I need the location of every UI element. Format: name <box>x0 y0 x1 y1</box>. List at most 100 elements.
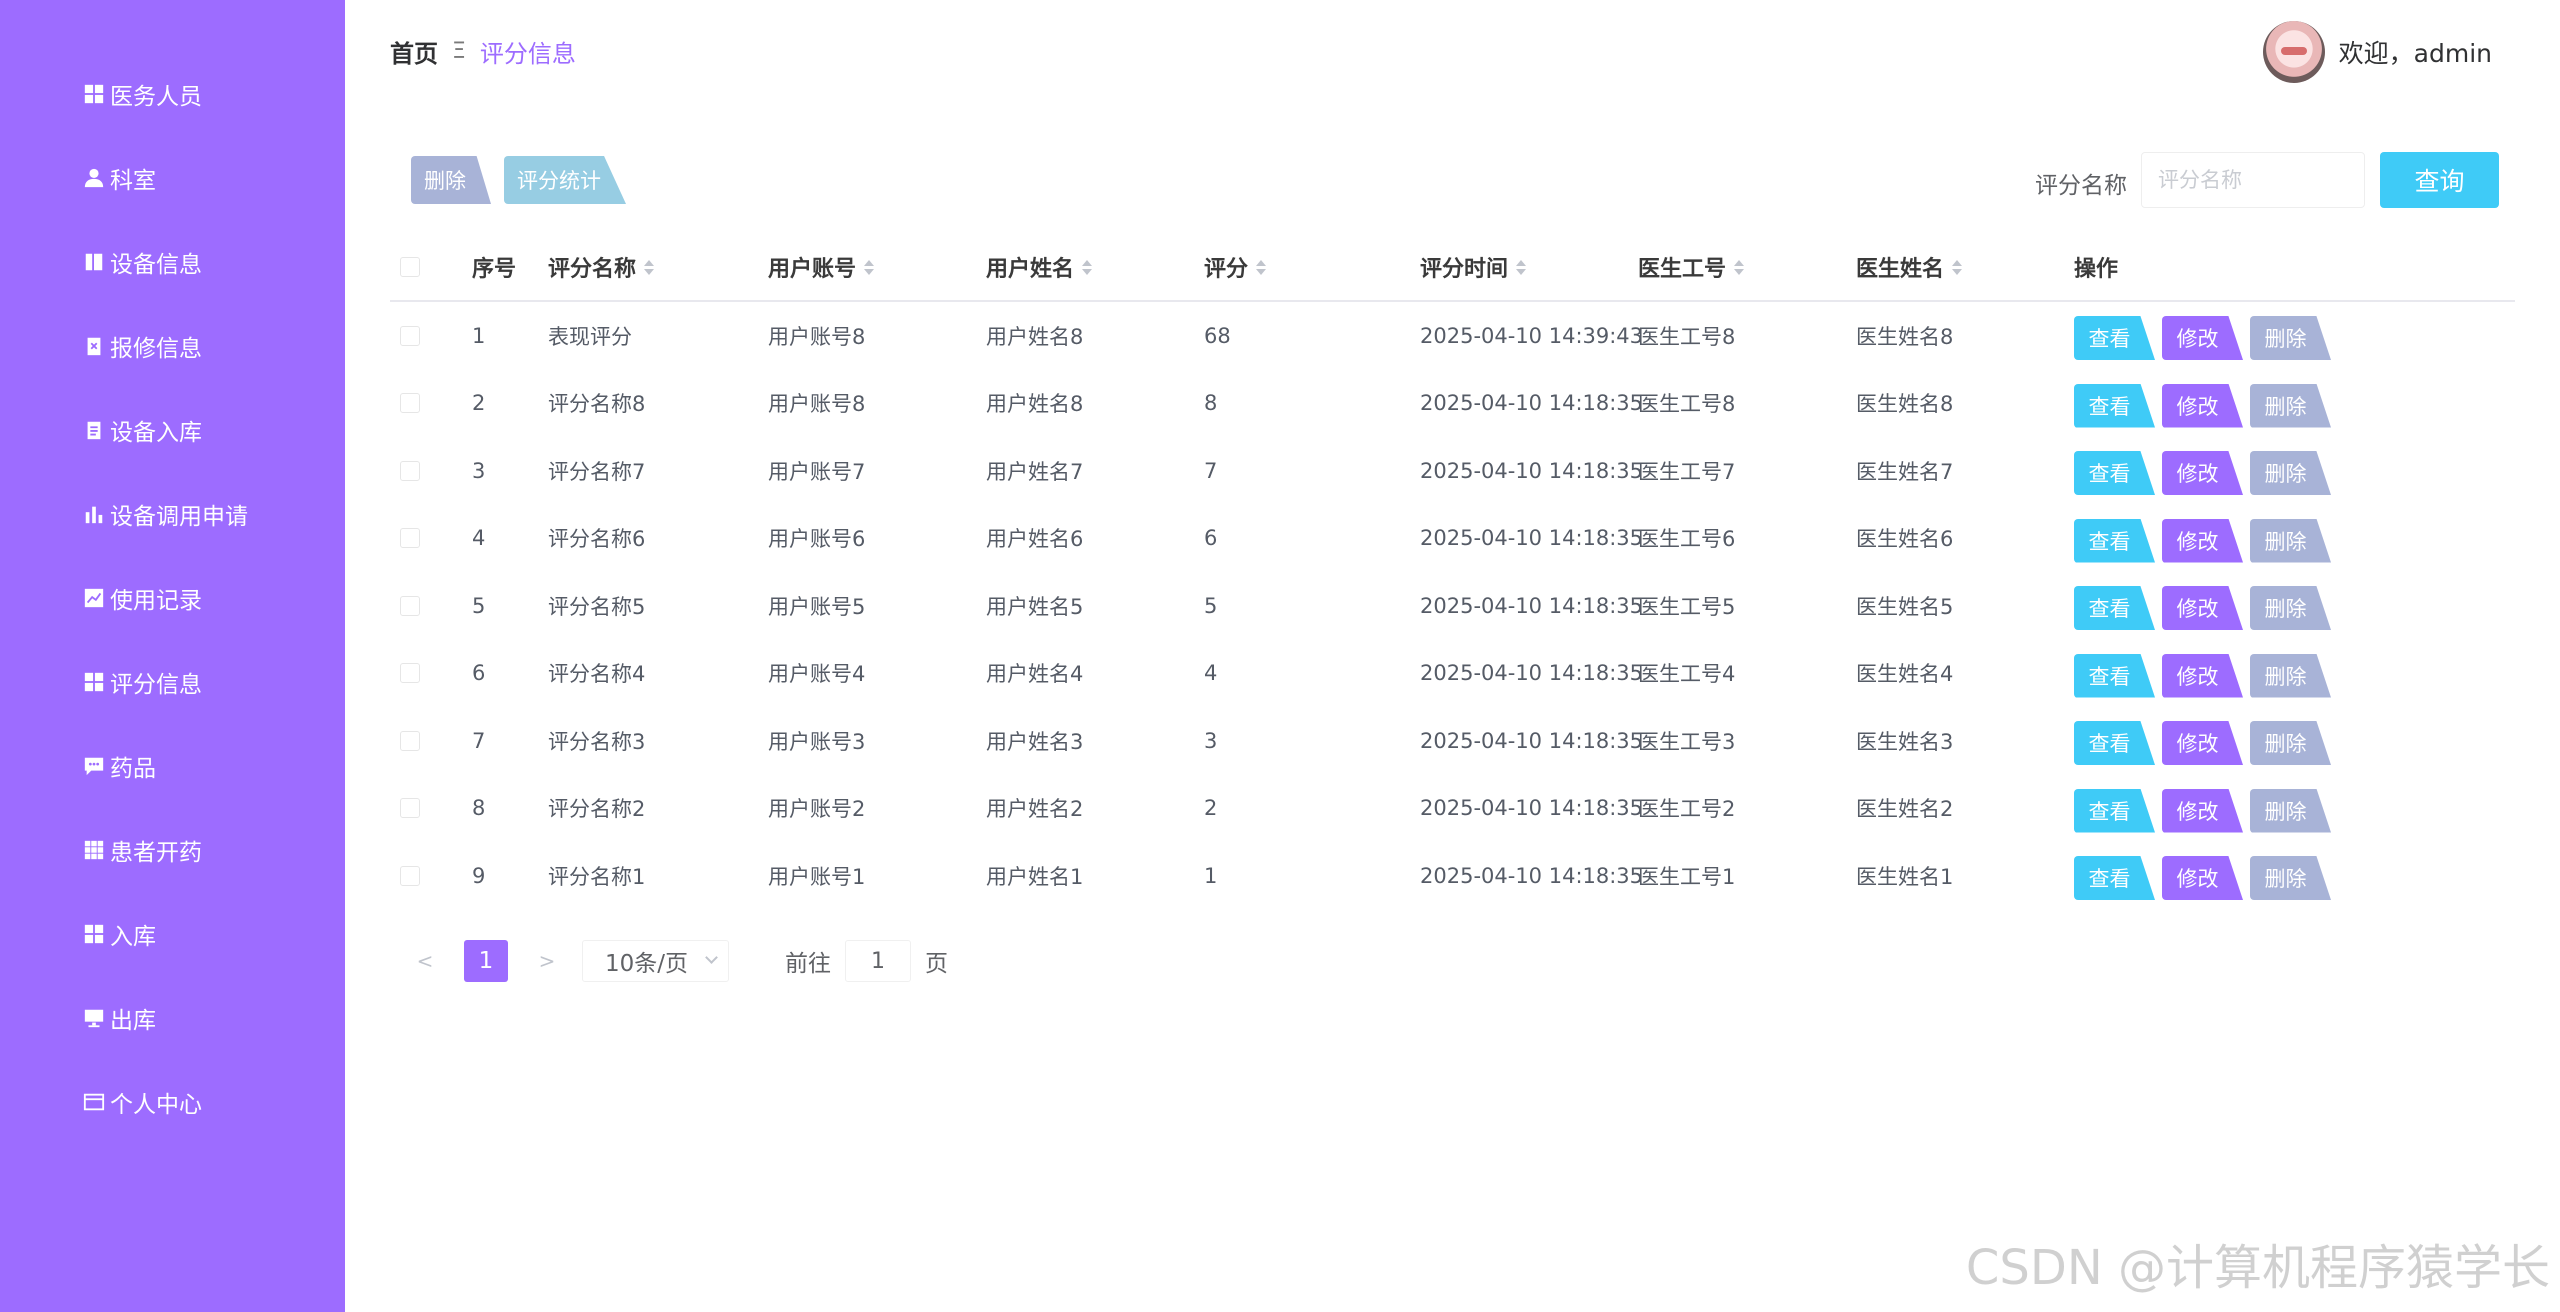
delete-button[interactable]: 删除 <box>2250 383 2331 428</box>
edit-button[interactable]: 修改 <box>2162 653 2243 698</box>
row-checkbox[interactable] <box>400 775 420 843</box>
sidebar-item[interactable]: 评分信息 <box>0 652 345 712</box>
goto-page-input[interactable] <box>845 940 911 982</box>
sidebar-item[interactable]: 出库 <box>0 988 345 1048</box>
next-page-button[interactable]: > <box>532 949 562 973</box>
sort-icon[interactable] <box>1082 259 1093 275</box>
breadcrumb-separator: Ξ <box>452 39 466 64</box>
row-checkbox[interactable] <box>400 370 420 438</box>
view-button[interactable]: 查看 <box>2074 788 2155 833</box>
score-stats-button[interactable]: 评分统计 <box>504 156 626 204</box>
edit-button[interactable]: 修改 <box>2162 721 2243 765</box>
delete-button[interactable]: 删除 <box>2250 518 2331 563</box>
cell-score-time: 2025-04-10 14:39:43 <box>1420 323 1644 348</box>
view-button[interactable]: 查看 <box>2074 518 2155 563</box>
view-button[interactable]: 查看 <box>2074 653 2155 698</box>
edit-button[interactable]: 修改 <box>2162 451 2243 495</box>
grid-icon <box>82 922 106 946</box>
sidebar-item[interactable]: 医务人员 <box>0 64 345 124</box>
breadcrumb-home[interactable]: 首页 <box>390 34 438 69</box>
edit-button[interactable]: 修改 <box>2162 383 2243 428</box>
delete-button[interactable]: 删除 <box>2250 653 2331 698</box>
cell-index: 4 <box>472 526 486 551</box>
delete-button[interactable]: 删除 <box>2250 721 2331 765</box>
col-header-score[interactable]: 评分 <box>1204 232 1267 302</box>
sort-icon[interactable] <box>1734 259 1745 275</box>
cell-user-name: 用户姓名3 <box>986 729 1084 754</box>
row-checkbox[interactable] <box>400 505 420 573</box>
cell-doctor-no: 医生工号8 <box>1638 392 1736 417</box>
select-all-checkbox[interactable] <box>400 232 420 302</box>
sidebar-item[interactable]: 个人中心 <box>0 1072 345 1132</box>
sort-icon[interactable] <box>1516 259 1527 275</box>
row-actions: 查看 修改 删除 <box>2074 302 2344 370</box>
sidebar-item[interactable]: 设备信息 <box>0 232 345 292</box>
sidebar-item[interactable]: 科室 <box>0 148 345 208</box>
line-chart-icon <box>82 586 106 610</box>
page-number-active[interactable]: 1 <box>464 940 508 982</box>
view-button[interactable]: 查看 <box>2074 856 2155 900</box>
row-checkbox[interactable] <box>400 437 420 505</box>
query-button[interactable]: 查询 <box>2380 152 2499 208</box>
cell-score: 68 <box>1204 323 1231 348</box>
col-header-username[interactable]: 用户姓名 <box>986 232 1093 302</box>
clipboard-icon <box>82 418 106 442</box>
delete-button[interactable]: 删除 <box>2250 451 2331 495</box>
cell-user-account: 用户账号3 <box>768 729 866 754</box>
table-row: 5 评分名称5 用户账号5 用户姓名5 5 2025-04-10 14:18:35 医生工号… <box>390 572 2515 640</box>
col-header-doctor-name[interactable]: 医生姓名 <box>1856 232 1963 302</box>
sidebar-item-label: 设备入库 <box>110 420 202 446</box>
cell-doctor-no: 医生工号6 <box>1638 527 1736 552</box>
edit-button[interactable]: 修改 <box>2162 518 2243 563</box>
page-size-select[interactable]: 10条/页 <box>582 940 729 982</box>
row-checkbox[interactable] <box>400 640 420 708</box>
sidebar-item-label: 出库 <box>110 1008 156 1034</box>
delete-button[interactable]: 删除 <box>2250 586 2331 630</box>
row-actions: 查看 修改 删除 <box>2074 775 2344 843</box>
col-header-name[interactable]: 评分名称 <box>548 232 655 302</box>
sort-icon[interactable] <box>864 259 875 275</box>
edit-button[interactable]: 修改 <box>2162 856 2243 900</box>
sort-icon[interactable] <box>1952 259 1963 275</box>
view-button[interactable]: 查看 <box>2074 451 2155 495</box>
view-button[interactable]: 查看 <box>2074 586 2155 630</box>
sort-icon[interactable] <box>644 259 655 275</box>
row-actions: 查看 修改 删除 <box>2074 640 2344 708</box>
col-header-time[interactable]: 评分时间 <box>1420 232 1527 302</box>
sidebar-item[interactable]: 设备调用申请 <box>0 484 345 544</box>
row-checkbox[interactable] <box>400 572 420 640</box>
edit-button[interactable]: 修改 <box>2162 586 2243 630</box>
search-input[interactable] <box>2141 152 2365 208</box>
sidebar: 医务人员科室设备信息报修信息设备入库设备调用申请 使用记录评分信息药品患者开药入库… <box>0 0 345 1312</box>
score-table: 序号 评分名称 用户账号 用户姓名 评分 评分时间 医生工号 医生姓名 操作 1… <box>390 232 2515 910</box>
view-button[interactable]: 查看 <box>2074 383 2155 428</box>
sidebar-item[interactable]: 药品 <box>0 736 345 796</box>
sidebar-item[interactable]: 入库 <box>0 904 345 964</box>
delete-button[interactable]: 删除 <box>2250 316 2331 360</box>
sidebar-item[interactable]: 设备入库 <box>0 400 345 460</box>
table-row: 2 评分名称8 用户账号8 用户姓名8 8 2025-04-10 14:18:35 医生工号… <box>390 370 2515 438</box>
row-checkbox[interactable] <box>400 842 420 910</box>
batch-delete-button[interactable]: 删除 <box>411 156 491 204</box>
col-header-doctor-no[interactable]: 医生工号 <box>1638 232 1745 302</box>
sidebar-item[interactable]: 使用记录 <box>0 568 345 628</box>
cell-user-account: 用户账号8 <box>768 392 866 417</box>
goto-suffix: 页 <box>925 951 948 977</box>
delete-button[interactable]: 删除 <box>2250 788 2331 833</box>
prev-page-button[interactable]: < <box>410 949 440 973</box>
sidebar-item[interactable]: 患者开药 <box>0 820 345 880</box>
delete-button[interactable]: 删除 <box>2250 856 2331 900</box>
view-button[interactable]: 查看 <box>2074 316 2155 360</box>
view-button[interactable]: 查看 <box>2074 721 2155 765</box>
grid-icon <box>82 670 106 694</box>
cell-score: 3 <box>1204 728 1218 753</box>
edit-button[interactable]: 修改 <box>2162 788 2243 833</box>
row-checkbox[interactable] <box>400 302 420 370</box>
avatar[interactable] <box>2262 21 2325 83</box>
cell-user-name: 用户姓名4 <box>986 662 1084 687</box>
sidebar-item[interactable]: 报修信息 <box>0 316 345 376</box>
sort-icon[interactable] <box>1256 259 1267 275</box>
col-header-account[interactable]: 用户账号 <box>768 232 875 302</box>
edit-button[interactable]: 修改 <box>2162 316 2243 360</box>
row-checkbox[interactable] <box>400 707 420 775</box>
